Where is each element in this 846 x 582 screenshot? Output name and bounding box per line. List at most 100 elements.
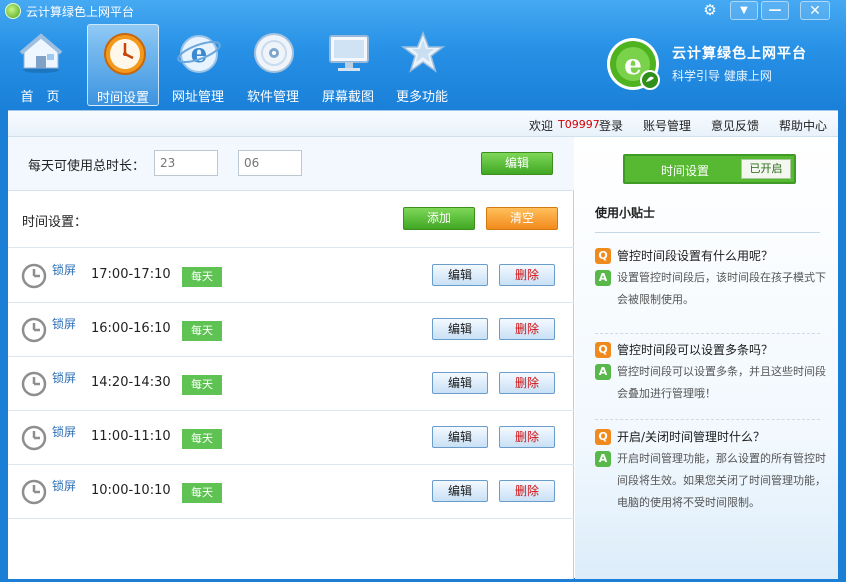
nav-software-management[interactable]: 软件管理	[237, 24, 309, 106]
question-icon: Q	[595, 342, 611, 358]
tip-question: 开启/关闭时间管理时什么？	[617, 430, 766, 444]
edit-button[interactable]: 编辑	[432, 480, 488, 502]
edit-button[interactable]: 编辑	[432, 264, 488, 286]
brand-logo-icon: e	[607, 38, 660, 90]
daily-limit-label: 每天可使用总时长：	[28, 159, 146, 174]
daily-hours-input[interactable]	[154, 150, 218, 176]
answer-icon: A	[595, 451, 611, 467]
time-settings-main: 每天可使用总时长： 编辑 时间设置： 添加 清空 锁屏 17:00-17:10 每天…	[8, 137, 574, 579]
time-range: 10:00-10:10	[91, 483, 171, 498]
action-label: 锁屏	[52, 425, 77, 439]
repeat-badge: 每天	[182, 375, 222, 395]
clock-icon	[104, 33, 146, 75]
nav-label: 软件管理	[246, 90, 299, 105]
time-range: 11:00-11:10	[91, 429, 171, 444]
clock-icon	[21, 317, 47, 343]
settings-gear-icon[interactable]: ⚙	[700, 1, 720, 20]
time-settings-toggle[interactable]: 时间设置 已开启	[623, 154, 796, 184]
minimize-button[interactable]: —	[761, 1, 789, 20]
nav-label: 首 页	[20, 90, 60, 105]
delete-button[interactable]: 删除	[499, 480, 555, 502]
nav-time-settings[interactable]: 时间设置	[87, 24, 159, 106]
nav-label: 屏幕截图	[321, 90, 374, 105]
delete-button[interactable]: 删除	[499, 372, 555, 394]
nav-more-features[interactable]: 更多功能	[386, 24, 458, 106]
action-label: 锁屏	[52, 263, 77, 277]
edit-button[interactable]: 编辑	[432, 318, 488, 340]
app-logo-icon	[5, 3, 21, 19]
time-range: 17:00-17:10	[91, 267, 171, 282]
browser-icon: e	[177, 35, 221, 73]
tip-item: Q 管控时间段设置有什么用呢？ A 设置管控时间段后，该时间段在孩子模式下会被限制使…	[595, 245, 827, 311]
tip-item: Q 管控时间段可以设置多条吗？ A 管控时间段可以设置多条，并且这些时间段会叠加进行…	[595, 339, 827, 405]
close-button[interactable]: ✕	[800, 1, 830, 20]
title-bar: 云计算绿色上网平台 ⚙ ▼ — ✕	[0, 0, 846, 22]
clock-icon	[21, 263, 47, 289]
answer-icon: A	[595, 364, 611, 380]
divider	[595, 232, 820, 233]
delete-button[interactable]: 删除	[499, 318, 555, 340]
toggle-state: 已开启	[741, 159, 791, 179]
nav-screenshot[interactable]: 屏幕截图	[312, 24, 384, 106]
help-center-link[interactable]: 帮助中心	[779, 117, 827, 134]
time-settings-header: 时间设置： 添加 清空	[8, 192, 574, 248]
edit-button[interactable]: 编辑	[432, 426, 488, 448]
tips-sidebar: 时间设置 已开启 使用小贴士 Q 管控时间段设置有什么用呢？ A 设置管控时间段后，…	[575, 137, 838, 579]
brand-name: 云计算绿色上网平台	[672, 46, 807, 62]
question-icon: Q	[595, 429, 611, 445]
account-management-link[interactable]: 账号管理	[643, 117, 691, 134]
edit-button[interactable]: 编辑	[432, 372, 488, 394]
clock-icon	[21, 425, 47, 451]
login-link[interactable]: 登录	[599, 117, 623, 134]
menu-dropdown-button[interactable]: ▼	[730, 1, 758, 20]
account-links-bar: 欢迎 T09997 登录 账号管理 意见反馈 帮助中心	[8, 111, 838, 137]
schedule-row: 锁屏 17:00-17:10 每天 编辑 删除	[8, 249, 574, 303]
action-label: 锁屏	[52, 317, 77, 331]
schedule-row: 锁屏 11:00-11:10 每天 编辑 删除	[8, 411, 574, 465]
user-id: T09997	[558, 118, 600, 131]
daily-limit-row: 每天可使用总时长： 编辑	[8, 137, 574, 191]
svg-text:e: e	[624, 48, 642, 81]
tip-answer: 开启时间管理功能，那么设置的所有管控时间段将生效。如果您关闭了时间管理功能，电脑…	[617, 452, 826, 509]
schedule-row: 锁屏 16:00-16:10 每天 编辑 删除	[8, 303, 574, 357]
repeat-badge: 每天	[182, 321, 222, 341]
clock-icon	[21, 479, 47, 505]
brand-slogan: 科学引导 健康上网	[672, 69, 772, 83]
delete-button[interactable]: 删除	[499, 264, 555, 286]
clock-icon	[21, 371, 47, 397]
time-range: 16:00-16:10	[91, 321, 171, 336]
question-icon: Q	[595, 248, 611, 264]
schedule-row: 锁屏 14:20-14:30 每天 编辑 删除	[8, 357, 574, 411]
toggle-label: 时间设置	[660, 164, 709, 178]
monitor-icon	[329, 35, 369, 71]
daily-edit-button[interactable]: 编辑	[481, 152, 553, 175]
repeat-badge: 每天	[182, 429, 222, 449]
home-icon	[19, 33, 63, 73]
schedule-row: 锁屏 10:00-10:10 每天 编辑 删除	[8, 465, 574, 519]
delete-button[interactable]: 删除	[499, 426, 555, 448]
clear-button[interactable]: 清空	[486, 207, 558, 230]
nav-home[interactable]: 首 页	[4, 24, 76, 106]
disc-icon	[254, 33, 294, 73]
daily-minutes-input[interactable]	[238, 150, 302, 176]
add-button[interactable]: 添加	[403, 207, 475, 230]
action-label: 锁屏	[52, 371, 77, 385]
repeat-badge: 每天	[182, 267, 222, 287]
welcome-text: 欢迎	[529, 119, 554, 133]
nav-label: 更多功能	[395, 90, 448, 105]
app-title: 云计算绿色上网平台	[26, 5, 135, 19]
feedback-link[interactable]: 意见反馈	[711, 117, 759, 134]
answer-icon: A	[595, 270, 611, 286]
star-icon	[400, 30, 446, 73]
content-panel: 欢迎 T09997 登录 账号管理 意见反馈 帮助中心 每天可使用总时长： 编辑…	[8, 110, 838, 579]
tip-question: 管控时间段可以设置多条吗？	[617, 343, 774, 357]
tip-answer: 管控时间段可以设置多条，并且这些时间段会叠加进行管理哦！	[617, 365, 826, 400]
divider	[595, 419, 820, 420]
nav-url-management[interactable]: e 网址管理	[162, 24, 234, 106]
app-header: 云计算绿色上网平台 ⚙ ▼ — ✕ 首 页 时间设置 e 网址管理 软件管理 屏…	[0, 0, 846, 110]
repeat-badge: 每天	[182, 483, 222, 503]
tip-item: Q 开启/关闭时间管理时什么？ A 开启时间管理功能，那么设置的所有管控时间段将生效…	[595, 426, 827, 514]
divider	[595, 333, 820, 334]
tip-question: 管控时间段设置有什么用呢？	[617, 249, 774, 263]
nav-label: 时间设置	[96, 91, 149, 106]
